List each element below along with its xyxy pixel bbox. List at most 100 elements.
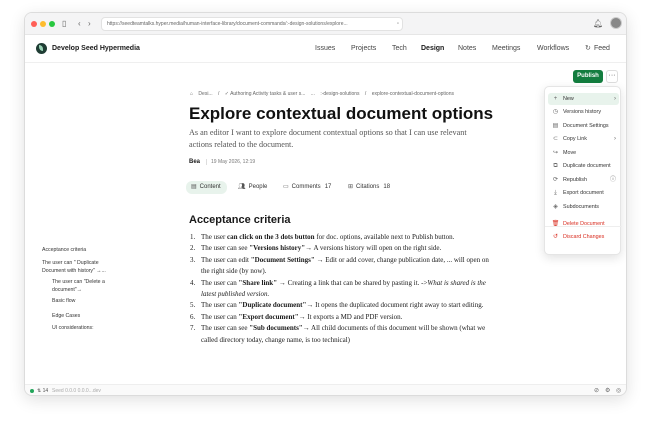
nav-meetings[interactable]: Meetings bbox=[492, 43, 520, 54]
url-bar[interactable]: https://seedteamtalks.hyper.media/human-… bbox=[101, 17, 403, 31]
nav-tech[interactable]: Tech bbox=[392, 43, 407, 54]
more-options-button[interactable]: ··· bbox=[606, 70, 618, 83]
document-date: 19 May 2026, 12:19 bbox=[205, 159, 256, 165]
home-icon[interactable]: ⌂ bbox=[190, 91, 193, 97]
toc-item[interactable]: document"→ bbox=[52, 287, 82, 295]
menu-item-new[interactable]: + New › bbox=[548, 92, 619, 105]
menu-item-move[interactable]: ↪ Move bbox=[548, 147, 619, 159]
list-item: 2. The user can see "Versions history"→ A… bbox=[190, 243, 491, 254]
export-icon: ⤓ bbox=[554, 190, 557, 196]
toc-item[interactable]: UI considerations: bbox=[52, 325, 94, 333]
close-window-button[interactable] bbox=[31, 21, 37, 27]
nav-projects[interactable]: Projects bbox=[351, 43, 376, 54]
breadcrumb-separator: / bbox=[364, 91, 367, 97]
site-title[interactable]: Develop Seed Hypermedia bbox=[52, 43, 140, 54]
minimize-window-button[interactable] bbox=[40, 21, 46, 27]
url-text: https://seedteamtalks.hyper.media/human-… bbox=[107, 21, 348, 27]
settings-icon[interactable]: ⚙ bbox=[605, 385, 610, 395]
bookmark-icon[interactable]: ▫ bbox=[397, 18, 399, 30]
tab-count: 17 bbox=[324, 184, 332, 190]
toc-item[interactable]: Edge Cases bbox=[52, 313, 80, 321]
toc-item[interactable]: Acceptance criteria bbox=[42, 247, 86, 255]
breadcrumb: ⌂ Desi... / ✓ Authoring Activity tasks &… bbox=[190, 90, 458, 98]
criteria-bold-text: "Versions history" bbox=[249, 244, 306, 253]
chevron-right-icon[interactable]: › bbox=[88, 18, 91, 30]
tab-content[interactable]: ▤ Content bbox=[186, 181, 227, 194]
sidebar-icon[interactable]: ▯ bbox=[62, 18, 66, 30]
document-title: Explore contextual document options bbox=[189, 104, 494, 123]
menu-item-label: Discard Changes bbox=[563, 234, 605, 240]
menu-item-label: New bbox=[563, 95, 574, 102]
menu-item-delete-document[interactable]: 🗑︎ Delete Document bbox=[548, 218, 619, 230]
criteria-bold-text: "Share link" bbox=[238, 278, 278, 287]
menu-item-versions-history[interactable]: ◷ Versions history bbox=[548, 106, 619, 118]
breadcrumb-item[interactable]: :-design-solutions bbox=[320, 91, 359, 97]
tab-people[interactable]: 👥︎ People bbox=[238, 181, 267, 194]
toc-item[interactable]: The user can "Delete a bbox=[52, 279, 105, 287]
menu-item-duplicate-document[interactable]: ⧉ Duplicate document bbox=[548, 160, 619, 172]
move-icon: ↪ bbox=[552, 149, 559, 156]
nav-feed[interactable]: Feed bbox=[594, 43, 610, 54]
list-number: 2. bbox=[190, 244, 196, 253]
nav-issues[interactable]: Issues bbox=[315, 43, 335, 54]
breadcrumb-ellipsis[interactable]: ... bbox=[311, 91, 315, 97]
menu-item-label: Versions history bbox=[563, 109, 602, 115]
list-number: 5. bbox=[190, 301, 196, 310]
criteria-bold-text: can click on the 3 dots button bbox=[227, 233, 315, 241]
tab-label: Citations bbox=[356, 184, 380, 190]
link-icon: ⊂ bbox=[552, 136, 559, 142]
nav-notes[interactable]: Notes bbox=[458, 43, 476, 54]
menu-item-republish[interactable]: ⟳ Republish ⓘ bbox=[548, 174, 619, 186]
menu-item-label: Subdocuments bbox=[563, 203, 599, 210]
criteria-text: The user can bbox=[201, 301, 239, 310]
criteria-list: 1. The user can click on the 3 dots butto… bbox=[190, 232, 491, 346]
feed-icon[interactable]: ↻ bbox=[585, 43, 591, 54]
criteria-text: → Creating a link that can be shared by … bbox=[277, 278, 428, 287]
duplicate-icon: ⧉ bbox=[553, 163, 558, 169]
breadcrumb-item[interactable]: Desi... bbox=[198, 91, 212, 97]
maximize-window-button[interactable] bbox=[49, 21, 55, 27]
tab-comments[interactable]: ▭ Comments 17 bbox=[283, 181, 331, 194]
browser-chrome: ▯ ‹ › https://seedteamtalks.hyper.media/… bbox=[25, 13, 626, 35]
list-number: 3. bbox=[190, 255, 196, 264]
menu-item-label: Document Settings bbox=[563, 122, 609, 129]
criteria-text: for doc. options, available next to Publ… bbox=[314, 233, 455, 241]
menu-item-discard-changes[interactable]: ↺ Discard Changes bbox=[548, 231, 619, 243]
criteria-text: The user can bbox=[201, 278, 239, 287]
peer-count[interactable]: ⇅ 14 bbox=[37, 385, 48, 395]
toc-item[interactable]: The user can " Duplicate bbox=[42, 260, 99, 268]
toc-item[interactable]: Basic flow bbox=[52, 298, 75, 306]
criteria-text: The user can edit bbox=[201, 255, 251, 264]
publish-button[interactable]: Publish bbox=[573, 70, 603, 83]
toc-item[interactable]: Document with history" →... bbox=[42, 268, 106, 276]
nav-design[interactable]: Design bbox=[421, 43, 444, 54]
menu-item-document-settings[interactable]: ▤ Document Settings bbox=[548, 120, 619, 132]
bell-icon[interactable]: 🔔︎ bbox=[593, 18, 603, 30]
menu-item-label: Copy Link bbox=[563, 136, 587, 142]
section-heading: Acceptance criteria bbox=[189, 214, 291, 226]
user-avatar[interactable] bbox=[610, 17, 622, 29]
help-icon[interactable]: ◎ bbox=[616, 385, 621, 395]
criteria-text: → It exports a MD and PDF version. bbox=[298, 312, 403, 321]
list-item: 4. The user can "Share link" → Creating a… bbox=[190, 278, 491, 301]
list-number: 7. bbox=[190, 324, 196, 333]
menu-item-subdocuments[interactable]: ◈ Subdocuments bbox=[548, 201, 619, 213]
breadcrumb-separator: / bbox=[217, 91, 220, 97]
site-header: Develop Seed Hypermedia Issues Projects … bbox=[25, 35, 626, 63]
chevron-left-icon[interactable]: ‹ bbox=[78, 18, 81, 30]
document-author[interactable]: Bea bbox=[189, 157, 200, 167]
republish-icon: ⟳ bbox=[552, 176, 559, 183]
citation-icon: ⊞ bbox=[348, 184, 354, 190]
breadcrumb-item[interactable]: ✓ Authoring Activity tasks & user s... bbox=[225, 91, 306, 97]
menu-item-label: Move bbox=[563, 149, 577, 156]
list-item: 1. The user can click on the 3 dots butto… bbox=[190, 232, 491, 243]
nav-workflows[interactable]: Workflows bbox=[537, 43, 569, 54]
menu-item-copy-link[interactable]: ⊂ Copy Link › bbox=[548, 133, 619, 145]
menu-item-export-document[interactable]: ⤓ Export document bbox=[548, 187, 619, 199]
site-logo-icon[interactable] bbox=[36, 43, 47, 54]
criteria-text: The user can bbox=[201, 312, 239, 321]
layers-icon: ◈ bbox=[553, 203, 558, 210]
tab-citations[interactable]: ⊞ Citations 18 bbox=[348, 181, 390, 194]
link-status-icon[interactable]: ⊘ bbox=[594, 385, 599, 395]
criteria-bold-text: "Document Settings" bbox=[250, 255, 315, 264]
